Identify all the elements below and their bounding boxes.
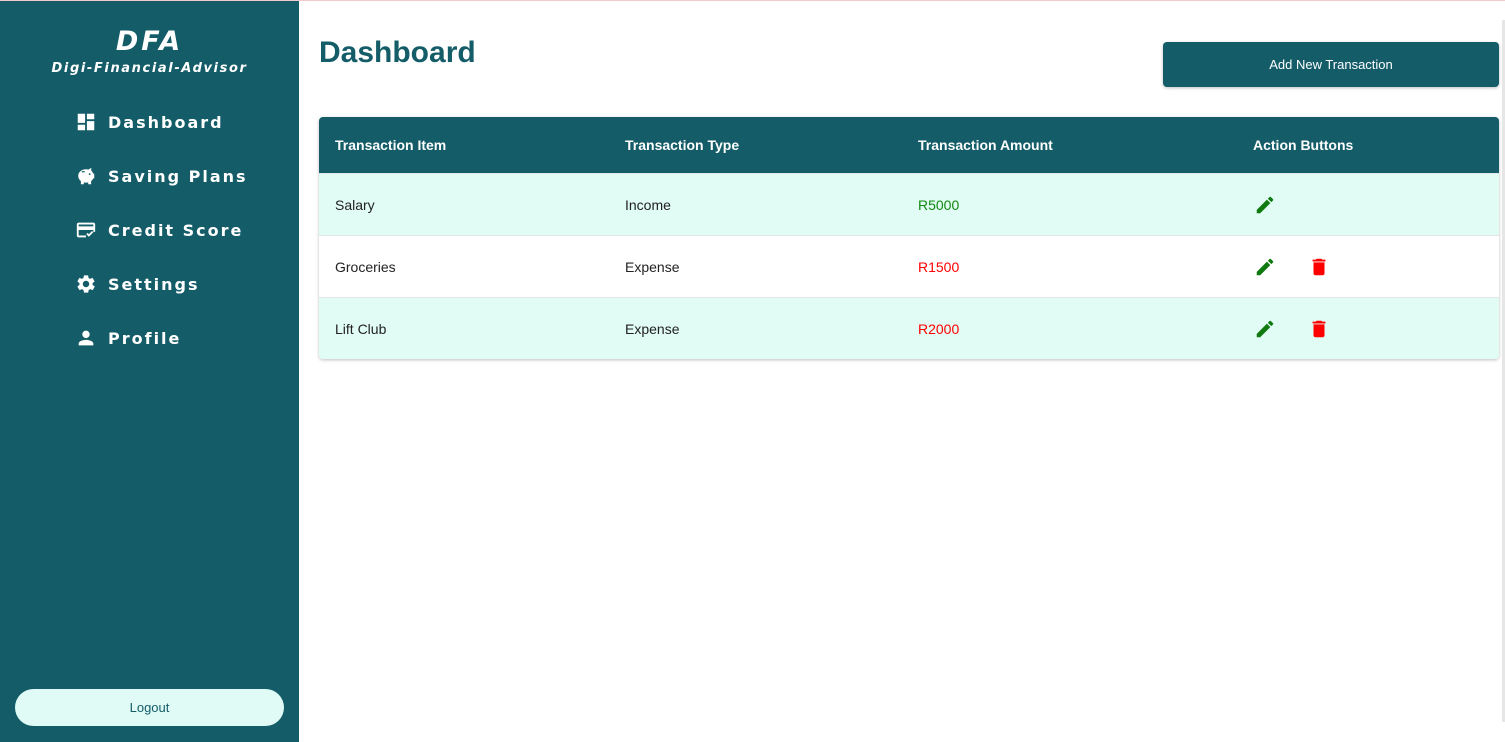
table-row: Salary Income R5000 (319, 173, 1499, 235)
logout-button[interactable]: Logout (15, 689, 284, 726)
sidebar-item-profile[interactable]: Profile (75, 323, 248, 353)
sidebar-item-settings[interactable]: Settings (75, 269, 248, 299)
table-row: Lift Club Expense R2000 (319, 297, 1499, 359)
sidebar-nav: Dashboard Saving Plans Credit Score Sett… (75, 107, 248, 377)
sidebar-item-label: Profile (108, 328, 182, 348)
person-icon (75, 327, 97, 349)
column-header-item: Transaction Item (335, 137, 447, 153)
add-transaction-button[interactable]: Add New Transaction (1163, 42, 1499, 87)
action-buttons (1253, 174, 1277, 235)
column-header-amount: Transaction Amount (918, 137, 1053, 153)
edit-icon[interactable] (1253, 317, 1277, 341)
transaction-amount: R1500 (918, 258, 960, 275)
credit-card-icon (75, 219, 97, 241)
edit-icon[interactable] (1253, 255, 1277, 279)
transaction-item: Lift Club (335, 320, 387, 337)
dashboard-icon (75, 111, 97, 133)
sidebar-item-label: Saving Plans (108, 166, 248, 186)
sidebar-item-saving-plans[interactable]: Saving Plans (75, 161, 248, 191)
transaction-type: Expense (625, 320, 680, 337)
transaction-type: Income (625, 196, 671, 213)
sidebar-item-label: Settings (108, 274, 200, 294)
gear-icon (75, 273, 97, 295)
transaction-amount: R2000 (918, 320, 960, 337)
sidebar-item-dashboard[interactable]: Dashboard (75, 107, 248, 137)
table-row: Groceries Expense R1500 (319, 235, 1499, 297)
page-title: Dashboard (319, 36, 476, 69)
sidebar: DFA Digi-Financial-Advisor Dashboard Sav… (0, 1, 299, 742)
sidebar-item-label: Credit Score (108, 220, 244, 240)
transaction-type: Expense (625, 258, 680, 275)
edit-icon[interactable] (1253, 193, 1277, 217)
transaction-item: Groceries (335, 258, 396, 275)
sidebar-item-credit-score[interactable]: Credit Score (75, 215, 248, 245)
table-header: Transaction Item Transaction Type Transa… (319, 117, 1499, 173)
transactions-table: Transaction Item Transaction Type Transa… (319, 117, 1499, 359)
trash-icon[interactable] (1307, 317, 1331, 341)
transaction-item: Salary (335, 196, 375, 213)
column-header-actions: Action Buttons (1253, 137, 1354, 153)
transaction-amount: R5000 (918, 196, 960, 213)
piggy-bank-icon (75, 165, 97, 187)
action-buttons (1253, 236, 1331, 297)
action-buttons (1253, 298, 1331, 359)
trash-icon[interactable] (1307, 255, 1331, 279)
brand-subtitle: Digi-Financial-Advisor (51, 61, 248, 76)
brand-title: DFA (115, 26, 184, 57)
column-header-type: Transaction Type (625, 137, 740, 153)
sidebar-item-label: Dashboard (108, 112, 224, 132)
